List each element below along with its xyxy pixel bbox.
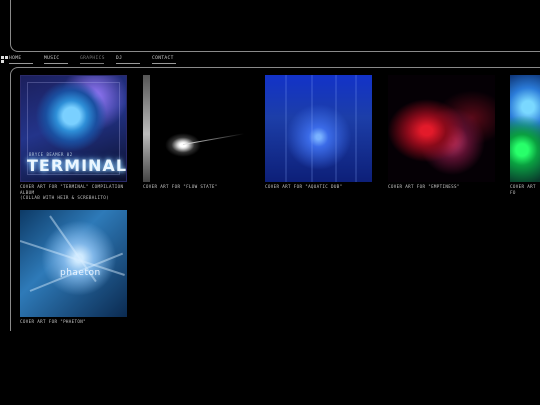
gallery-item-terminal: BRYCE BEAMER 02 TERMINAL COVER ART FOR "…: [20, 75, 140, 201]
main-nav: HOME MUSIC GRAPHICS DJ CONTACT: [0, 55, 540, 67]
cover-art-flow-state[interactable]: [143, 75, 250, 182]
gallery-item-emptiness: COVER ART FOR "EMPTINESS": [388, 75, 508, 190]
logo-icon[interactable]: [1, 56, 8, 63]
cover-art-emptiness[interactable]: [388, 75, 495, 182]
art-title: TERMINAL: [27, 156, 127, 175]
gallery-item-partial: COVER ART FO: [510, 75, 540, 195]
nav-item-home[interactable]: HOME: [9, 55, 33, 64]
art-ray: [355, 75, 357, 182]
nav-item-dj[interactable]: DJ: [116, 55, 140, 64]
gallery-caption: COVER ART FOR "AQUATIC DUB": [265, 184, 343, 189]
gallery-caption: COVER ART FOR "EMPTINESS": [388, 184, 460, 189]
cover-art-partial[interactable]: [510, 75, 540, 182]
nav-item-contact[interactable]: CONTACT: [152, 55, 176, 64]
art-title: phaeton: [60, 268, 101, 278]
gallery-caption: COVER ART FO: [510, 184, 536, 195]
art-ray: [285, 75, 287, 182]
art-ray: [335, 75, 337, 182]
cover-art-aquatic-dub[interactable]: [265, 75, 372, 182]
gallery-item-aquatic-dub: COVER ART FOR "AQUATIC DUB": [265, 75, 385, 190]
gallery-caption: COVER ART FOR "FLOW STATE": [143, 184, 218, 189]
gallery-item-phaeton: phaeton COVER ART FOR "PHAETON": [20, 210, 140, 325]
cover-art-phaeton[interactable]: phaeton: [20, 210, 127, 317]
cover-art-terminal[interactable]: BRYCE BEAMER 02 TERMINAL: [20, 75, 127, 182]
art-ray: [311, 75, 313, 182]
gallery-item-flow-state: COVER ART FOR "FLOW STATE": [143, 75, 263, 190]
nav-item-music[interactable]: MUSIC: [44, 55, 68, 64]
header-frame: [10, 0, 540, 52]
gallery-caption: COVER ART FOR "TERMINAL" COMPILATION ALB…: [20, 184, 124, 200]
art-light-bar: [143, 75, 150, 182]
nav-item-graphics[interactable]: GRAPHICS: [80, 55, 104, 64]
gallery-caption: COVER ART FOR "PHAETON": [20, 319, 87, 324]
